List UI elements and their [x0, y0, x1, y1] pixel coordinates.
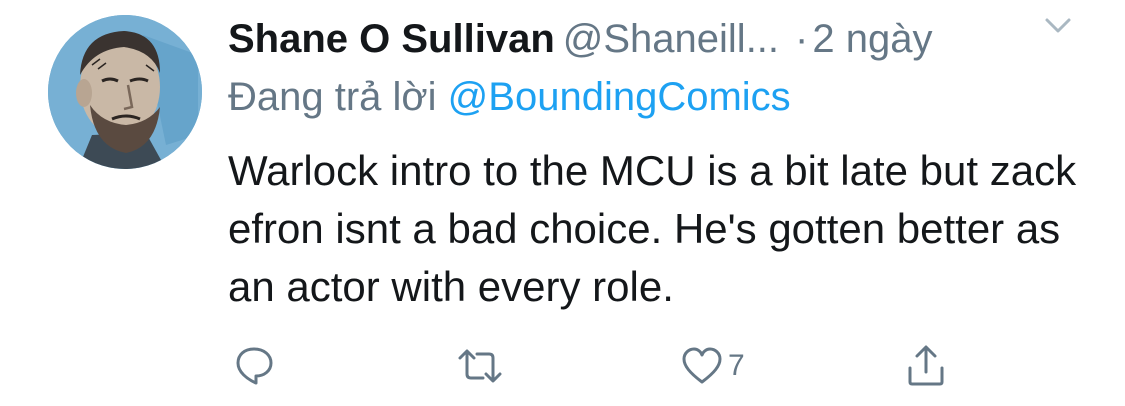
reply-button[interactable] [232, 342, 276, 390]
avatar-image [48, 15, 202, 169]
action-bar: 7 [228, 342, 1088, 390]
reply-mention-link[interactable]: @BoundingComics [448, 75, 791, 119]
heart-icon [682, 347, 722, 384]
retweet-button[interactable] [456, 342, 504, 390]
like-button[interactable]: 7 [680, 342, 745, 390]
timestamp[interactable]: 2 ngày [812, 17, 932, 61]
like-count: 7 [728, 349, 745, 382]
share-icon [908, 345, 944, 386]
tweet-text: Warlock intro to the MCU is a bit late b… [228, 147, 1077, 310]
author-handle[interactable]: @Shaneill... [563, 17, 779, 61]
replying-to: Đang trả lời @BoundingComics [228, 72, 791, 122]
reply-bubble-icon [236, 347, 273, 385]
avatar[interactable] [48, 15, 202, 169]
replying-to-label: Đang trả lời [228, 75, 437, 119]
share-button[interactable] [904, 342, 948, 390]
author-name[interactable]: Shane O Sullivan [228, 17, 555, 61]
tweet-header: Shane O Sullivan @Shaneill... · 2 ngày [228, 14, 1088, 64]
tweet[interactable]: Shane O Sullivan @Shaneill... · 2 ngày Đang… [0, 0, 1125, 406]
chevron-down-icon[interactable] [1044, 14, 1072, 36]
retweet-icon [458, 349, 502, 383]
separator-dot: · [795, 17, 809, 61]
